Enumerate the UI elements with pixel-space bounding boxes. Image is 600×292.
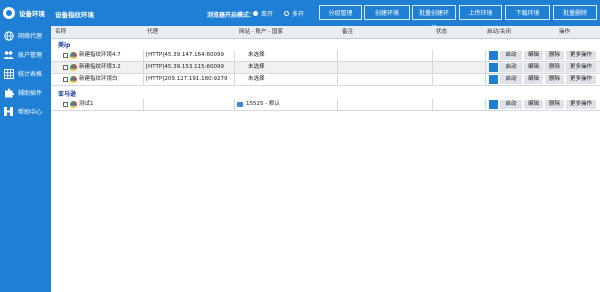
edit-button[interactable]: 编辑 (524, 75, 543, 84)
env-proxy: [HTTP]209.127.191.180:9279 (146, 76, 228, 82)
more-actions-button[interactable]: 更多操作 (566, 75, 596, 84)
mode-single-label: 单开 (261, 11, 274, 18)
env-name: 新建指纹环境3.2 (79, 64, 121, 70)
delete-button[interactable]: 删除 (545, 100, 564, 109)
puzzle-icon (3, 87, 14, 98)
launch-button[interactable]: 启动 (500, 51, 522, 60)
sidebar-item-label: 辅助插件 (18, 90, 43, 97)
h-icon (3, 106, 14, 117)
env-name: 测试1 (79, 101, 94, 107)
chrome-icon (70, 101, 77, 108)
column-header-site: 网站 - 账户 - 国家 (239, 29, 283, 35)
table-icon (3, 68, 14, 79)
launch-toggle[interactable] (489, 75, 498, 84)
launch-toggle[interactable] (489, 100, 498, 109)
env-name: 新建指纹环境白 (79, 76, 118, 82)
table-header: 名称 代理 网站 - 账户 - 国家 备注 状态 启动/关闭 操作 (51, 26, 600, 39)
page-title: 设备指纹环境 (55, 11, 94, 19)
table-row[interactable]: 新建指纹环境4.7 [HTTP]45.39.147.164:60099 未选择 … (51, 50, 600, 62)
env-proxy: [HTTP]45.39.147.164:60099 (146, 52, 224, 58)
table-row[interactable]: 新建指纹环境白 [HTTP]209.127.191.180:9279 未选择 启… (51, 74, 600, 86)
more-actions-button[interactable]: 更多操作 (566, 63, 596, 72)
sidebar-item-proxy[interactable]: 网络代理 (0, 26, 51, 45)
sidebar-item-label: 网络代理 (18, 33, 43, 40)
column-header-remark: 备注 (342, 29, 354, 35)
row-checkbox[interactable] (63, 77, 68, 82)
batch-create-env-button[interactable]: 批量创建环境 (412, 5, 456, 32)
group-label[interactable]: 亚马逊 (58, 89, 76, 98)
table-row[interactable]: 测试1 15525 - 默认 启动 编辑 删除 更多操作 (51, 99, 600, 111)
column-header-proxy: 代理 (147, 29, 159, 35)
more-actions-button[interactable]: 更多操作 (566, 100, 596, 109)
globe-icon (3, 30, 14, 41)
mode-multi-label: 多开 (292, 11, 305, 18)
folder-icon (237, 102, 243, 107)
batch-delete-button[interactable]: 批量删除 (553, 5, 597, 20)
radio-selected-icon (253, 11, 258, 16)
browser-mode-label: 浏览器开启模式： (207, 12, 256, 19)
more-actions-button[interactable]: 更多操作 (566, 51, 596, 60)
env-site: 未选择 (248, 52, 265, 58)
sidebar-item-stats[interactable]: 统计表格 (0, 64, 51, 83)
radio-empty-icon (284, 11, 289, 16)
launch-button[interactable]: 启动 (500, 63, 522, 72)
column-header-name: 名称 (55, 29, 67, 35)
delete-button[interactable]: 删除 (545, 75, 564, 84)
delete-button[interactable]: 删除 (545, 51, 564, 60)
env-site: 未选择 (248, 64, 265, 70)
env-name: 新建指纹环境4.7 (79, 52, 121, 58)
delete-button[interactable]: 删除 (545, 63, 564, 72)
users-icon (3, 49, 14, 60)
column-header-status: 状态 (436, 29, 448, 35)
sidebar: 设备环境 网络代理 账户管理 统计表格 辅助插件 帮助中心 (0, 0, 51, 292)
launch-button[interactable]: 启动 (500, 75, 522, 84)
group-manage-button[interactable]: 分组管理 (319, 5, 362, 20)
env-proxy: [HTTP]45.39.153.115:60099 (146, 64, 224, 70)
sidebar-item-plugins[interactable]: 辅助插件 (0, 83, 51, 102)
chrome-icon (70, 64, 77, 71)
app-logo-row[interactable]: 设备环境 (0, 0, 51, 26)
sidebar-item-label: 统计表格 (18, 71, 43, 78)
launch-button[interactable]: 启动 (500, 100, 522, 109)
group-label[interactable]: 美ip (58, 40, 70, 49)
upload-env-button[interactable]: 上传环境 (459, 5, 502, 20)
env-site: 15525 - 默认 (246, 101, 280, 107)
create-env-button[interactable]: 创建环境 (364, 5, 410, 20)
edit-button[interactable]: 编辑 (524, 63, 543, 72)
chrome-icon (70, 76, 77, 83)
edit-button[interactable]: 编辑 (524, 100, 543, 109)
column-header-toggle: 启动/关闭 (487, 29, 511, 35)
mode-single-radio[interactable]: 单开 (253, 9, 273, 18)
row-checkbox[interactable] (63, 65, 68, 70)
mode-multi-radio[interactable]: 多开 (284, 9, 304, 18)
logo-icon (3, 7, 15, 19)
row-checkbox[interactable] (63, 53, 68, 58)
table-row[interactable]: 新建指纹环境3.2 [HTTP]45.39.153.115:60099 未选择 … (51, 62, 600, 74)
sidebar-item-help[interactable]: 帮助中心 (0, 102, 51, 121)
env-site: 未选择 (248, 76, 265, 82)
edit-button[interactable]: 编辑 (524, 51, 543, 60)
row-checkbox[interactable] (63, 102, 68, 107)
launch-toggle[interactable] (489, 63, 498, 72)
column-header-actions: 操作 (559, 29, 571, 35)
download-env-button[interactable]: 下载环境 (505, 5, 550, 20)
sidebar-item-label: 账户管理 (18, 52, 43, 59)
chrome-icon (70, 52, 77, 59)
launch-toggle[interactable] (489, 51, 498, 60)
top-toolbar: 设备指纹环境 浏览器开启模式： 单开 多开 分组管理 创建环境 批量创建环境 上… (51, 0, 600, 32)
sidebar-item-label: 帮助中心 (18, 109, 43, 116)
sidebar-item-accounts[interactable]: 账户管理 (0, 45, 51, 64)
app-name: 设备环境 (19, 10, 45, 18)
